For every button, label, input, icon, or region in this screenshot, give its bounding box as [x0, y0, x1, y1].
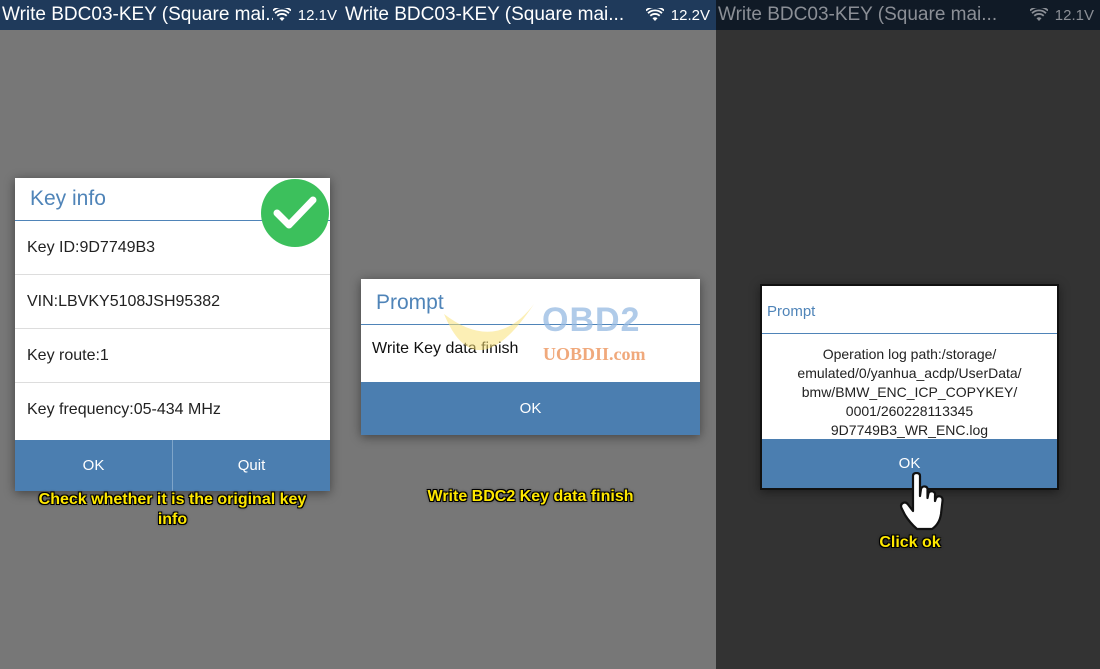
dialog-button-bar: OK — [361, 382, 700, 435]
message-line: 9D7749B3_WR_ENC.log — [830, 422, 989, 438]
caption-click-ok: Click ok — [879, 534, 941, 551]
quit-button[interactable]: Quit — [172, 440, 330, 491]
status-bar-title: Write BDC03-KEY (Square mai... — [2, 4, 273, 25]
dialog-message: Write Key data finish — [372, 340, 519, 357]
message-line: bmw/BMW_ENC_ICP_COPYKEY/ — [801, 384, 1018, 400]
screen-panel-log-path: Write BDC03-KEY (Square mai... 12.1V Pro… — [716, 0, 1100, 669]
message-line: 0001/260228113345 — [845, 403, 974, 419]
status-bar: Write BDC03-KEY (Square mai... 12.1V — [0, 0, 343, 30]
dialog-title: Prompt — [762, 286, 1057, 334]
dialog-title: Prompt — [361, 279, 700, 325]
status-bar-title: Write BDC03-KEY (Square mai... — [345, 4, 625, 25]
log-path-prompt-dialog: Prompt Operation log path:/storage/ emul… — [760, 284, 1059, 490]
dialog-button-bar: OK Quit — [15, 440, 330, 491]
message-line: Operation log path:/storage/ — [822, 346, 997, 362]
wifi-icon — [645, 6, 665, 22]
wifi-icon — [1029, 6, 1049, 22]
battery-voltage: 12.1V — [1054, 6, 1094, 24]
caption-write-finish: Write BDC2 Key data finish — [427, 488, 634, 505]
wifi-icon — [272, 6, 292, 22]
screen-panel-key-info: Write BDC03-KEY (Square mai... 12.1V Key… — [0, 0, 343, 669]
dialog-message: Operation log path:/storage/ emulated/0/… — [762, 334, 1057, 440]
status-bar: Write BDC03-KEY (Square mai... 12.2V — [343, 0, 716, 30]
check-circle-icon — [261, 179, 329, 247]
message-line: emulated/0/yanhua_acdp/UserData/ — [797, 365, 1022, 381]
screen-panel-write-finish: Write BDC03-KEY (Square mai... 12.2V Pro… — [343, 0, 716, 669]
vin-row: VIN:LBVKY5108JSH95382 — [15, 275, 330, 329]
battery-voltage: 12.2V — [670, 6, 710, 24]
status-bar: Write BDC03-KEY (Square mai... 12.1V — [716, 0, 1100, 30]
status-bar-title: Write BDC03-KEY (Square mai... — [718, 4, 998, 25]
caption-check-original: Check whether it is the original key inf… — [38, 491, 307, 528]
ok-button[interactable]: OK — [15, 440, 172, 491]
prompt-dialog: Prompt Write Key data finish OK — [361, 279, 700, 435]
pointing-hand-icon — [899, 472, 944, 531]
ok-button[interactable]: OK — [361, 382, 700, 435]
battery-voltage: 12.1V — [297, 6, 337, 24]
key-route-row: Key route:1 — [15, 329, 330, 383]
key-frequency-row: Key frequency:05-434 MHz — [27, 401, 221, 418]
